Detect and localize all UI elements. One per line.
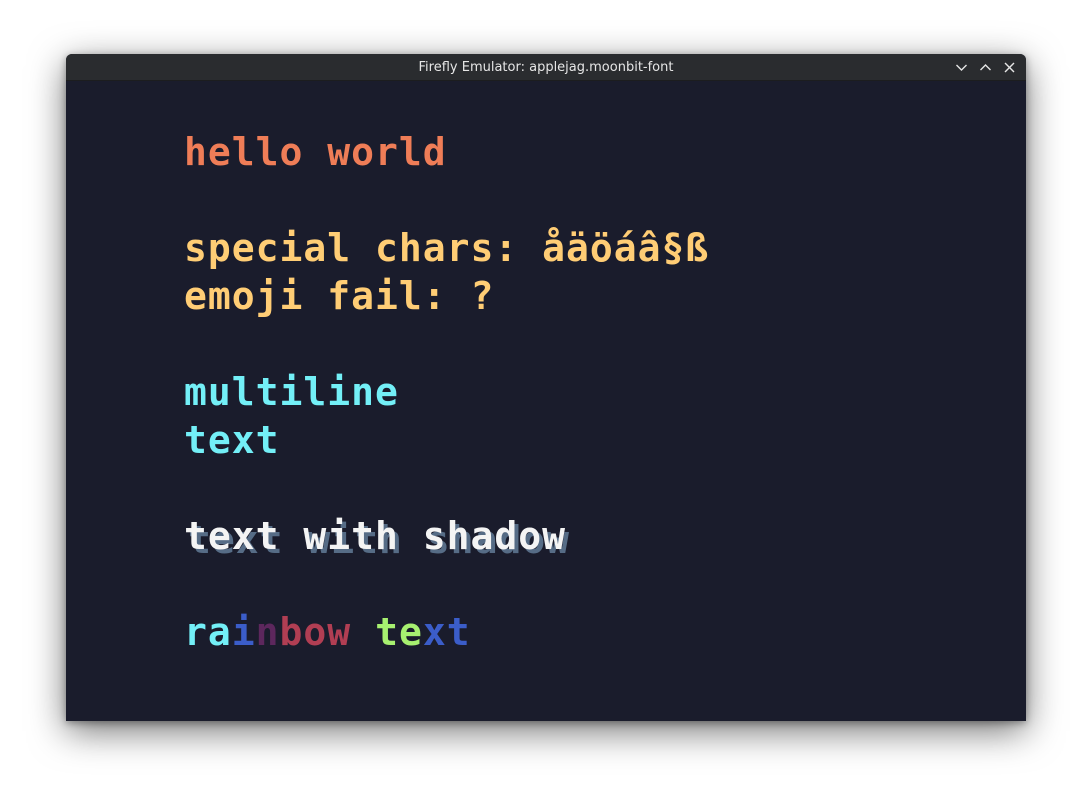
maximize-button[interactable] — [977, 59, 994, 76]
emulator-window: Firefly Emulator: applejag.moonbit-font — [66, 54, 1026, 721]
rainbow-segment: te — [375, 610, 423, 654]
text-with-shadow: text with shadow — [184, 514, 567, 558]
minimize-button[interactable] — [953, 59, 970, 76]
game-screen[interactable]: hello world special chars: åäöáâ§ß emoji… — [66, 81, 1026, 721]
title-bar[interactable]: Firefly Emulator: applejag.moonbit-font — [66, 54, 1026, 81]
close-button[interactable] — [1001, 59, 1018, 76]
text-rainbow: rainbow text — [184, 610, 471, 654]
window-title: Firefly Emulator: applejag.moonbit-font — [418, 60, 674, 75]
rainbow-segment: ra — [184, 610, 232, 654]
rainbow-segment: bow — [279, 610, 352, 654]
close-icon — [1004, 62, 1015, 73]
text-multiline-line1: multiline — [184, 370, 399, 414]
chevron-down-icon — [956, 64, 967, 71]
rainbow-segment: i — [231, 610, 256, 654]
text-emoji-fail: emoji fail: ? — [184, 274, 495, 318]
text-multiline-line2: text — [184, 418, 280, 462]
rainbow-segment — [351, 610, 375, 654]
rainbow-segment: xt — [422, 610, 471, 654]
text-hello-world: hello world — [184, 130, 447, 174]
window-controls — [953, 59, 1018, 76]
rainbow-segment: n — [255, 610, 280, 654]
chevron-up-icon — [980, 64, 991, 71]
text-special-chars: special chars: åäöáâ§ß — [184, 226, 710, 270]
